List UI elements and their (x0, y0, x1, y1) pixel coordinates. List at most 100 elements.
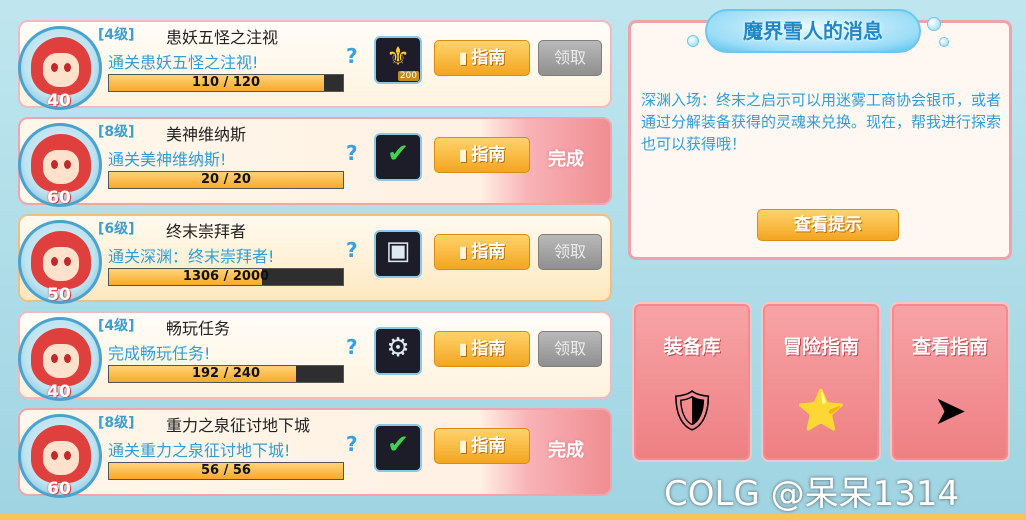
avatar-eye (51, 257, 58, 266)
quest-grade: [4级] (98, 27, 135, 43)
avatar-eye (51, 63, 58, 72)
avatar-face (43, 344, 79, 378)
book-icon: ▮ (458, 436, 468, 455)
reward-amount: 200 (397, 71, 419, 81)
big-button-label: 查看指南 (911, 336, 988, 358)
quest-grade: [8级] (98, 415, 135, 431)
checkmark-icon[interactable]: ✔ (374, 424, 422, 472)
message-text: 深渊入场：终末之启示可以用迷雾工商协会银币，或者通过分解装备获得的灵魂来兑换。现… (641, 91, 1002, 153)
quest-grade: [4级] (98, 318, 135, 334)
gear-token-icon[interactable]: ⚙ (374, 327, 422, 375)
guide-label: 指南 (471, 339, 506, 359)
quest-title: 重力之泉征讨地下城 (166, 416, 311, 435)
avatar-face (43, 53, 79, 87)
quest-title: 患妖五怪之注视 (166, 28, 279, 47)
quest-description: 通关患妖五怪之注视! (108, 53, 259, 72)
avatar-eye (64, 63, 71, 72)
reward-glyph: ⚜ (386, 42, 410, 72)
done-label: 完成 (548, 440, 584, 461)
equipment-library-button[interactable]: 装备库 🛡 (632, 302, 752, 462)
quest-row: 40 [4级] 患妖五怪之注视通关患妖五怪之注视! 110 / 120? ⚜ 200 ▮ 指南… (18, 20, 612, 110)
progress-text: 110 / 120 (191, 75, 261, 90)
book-icon: ▮ (458, 145, 468, 164)
avatar-face (43, 247, 79, 281)
quest-grade: [8级] (98, 124, 135, 140)
help-icon[interactable]: ? (346, 238, 358, 262)
help-icon[interactable]: ? (346, 141, 358, 165)
gold-coin-icon[interactable]: ⚜ 200 (374, 36, 422, 84)
guide-label: 指南 (471, 48, 506, 68)
view-hint-button[interactable]: 查看提示 (757, 209, 899, 241)
progress-text: 192 / 240 (191, 366, 261, 381)
big-button-label: 冒险指南 (782, 336, 859, 358)
guide-button[interactable]: ▮ 指南 (434, 234, 530, 270)
guide-label: 指南 (471, 145, 506, 165)
watermark: COLG @呆呆1314 (664, 474, 960, 514)
quest-row: 60 [8级] 重力之泉征讨地下城通关重力之泉征讨地下城! 56 / 56? ✔ ▮ 指南完… (18, 408, 612, 498)
avatar-eye (51, 160, 58, 169)
progress-bar: 192 / 240 (108, 365, 344, 383)
avatar-level: 50 (47, 285, 71, 304)
quest-description: 通关美神维纳斯! (108, 150, 227, 169)
quest-description: 通关深渊：终末崇拜者! (108, 247, 275, 266)
progress-bar: 56 / 56 (108, 462, 344, 480)
avatar-level: 40 (47, 91, 71, 110)
avatar: 60 (18, 414, 102, 498)
avatar-eye (64, 257, 71, 266)
quest-description: 完成畅玩任务! (108, 344, 211, 363)
view-guide-button[interactable]: 查看指南 ➤ (890, 302, 1010, 462)
reward-glyph: ⚙ (386, 333, 410, 363)
help-icon[interactable]: ? (346, 335, 358, 359)
bottom-strip (0, 514, 1026, 520)
avatar-level: 60 (47, 188, 71, 207)
avatar-eye (64, 451, 71, 460)
guide-button[interactable]: ▮ 指南 (434, 428, 530, 464)
avatar-eye (64, 160, 71, 169)
message-panel: 魔界雪人的消息 深渊入场：终末之启示可以用迷雾工商协会银币，或者通过分解装备获得… (628, 9, 1012, 260)
help-icon[interactable]: ? (346, 44, 358, 68)
avatar: 50 (18, 220, 102, 304)
progress-text: 56 / 56 (201, 463, 251, 478)
avatar-level: 40 (47, 382, 71, 401)
claim-button[interactable]: 领取 (538, 234, 602, 270)
progress-bar: 1306 / 2000 (108, 268, 344, 286)
avatar: 40 (18, 26, 102, 110)
avatar-face (43, 150, 79, 184)
guide-button[interactable]: ▮ 指南 (434, 137, 530, 173)
claim-button[interactable]: 领取 (538, 40, 602, 76)
checkmark-icon[interactable]: ✔ (374, 133, 422, 181)
progress-bar: 20 / 20 (108, 171, 344, 189)
claim-button[interactable]: 领取 (538, 331, 602, 367)
guide-label: 指南 (471, 242, 506, 262)
star-book-icon: ⭐ (796, 388, 846, 434)
avatar-level: 60 (47, 479, 71, 498)
bubble-decoration (927, 17, 941, 31)
quest-description: 通关重力之泉征讨地下城! (108, 441, 291, 460)
guide-button[interactable]: ▮ 指南 (434, 331, 530, 367)
game-screen: 40 [4级] 患妖五怪之注视 通关患妖五怪之注视! 110 / 120? ⚜ 200 ▮ 指南… (0, 0, 1026, 520)
quest-title: 畅玩任务 (166, 319, 231, 338)
reward-glyph: ✔ (387, 139, 409, 169)
avatar-eye (51, 354, 58, 363)
adventure-guide-button[interactable]: 冒险指南 ⭐ (761, 302, 881, 462)
book-icon: ▮ (458, 339, 468, 358)
reward-glyph: ✔ (387, 430, 409, 460)
quest-row: 40 [4级] 畅玩任务 完成畅玩任务! 192 / 240? ⚙ ▮ 指南 领取 (18, 311, 612, 401)
bubble-decoration (687, 35, 699, 47)
quest-title: 美神维纳斯 (166, 125, 247, 144)
armor-icon: 🛡 (666, 388, 718, 434)
quest-grade: [6级] (98, 221, 135, 237)
avatar-eye (64, 354, 71, 363)
guide-button[interactable]: ▮ 指南 (434, 40, 530, 76)
avatar: 60 (18, 123, 102, 207)
book-icon: ▮ (458, 242, 468, 261)
book-icon: ▮ (458, 48, 468, 67)
treasure-chest-icon[interactable]: ▣ (374, 230, 422, 278)
progress-text: 1306 / 2000 (182, 269, 270, 284)
bubble-decoration (939, 37, 949, 47)
done-label: 完成 (548, 149, 584, 170)
big-button-label: 装备库 (663, 336, 721, 358)
help-icon[interactable]: ? (346, 432, 358, 456)
progress-text: 20 / 20 (201, 172, 251, 187)
panel-title: 魔界雪人的消息 (705, 9, 921, 53)
